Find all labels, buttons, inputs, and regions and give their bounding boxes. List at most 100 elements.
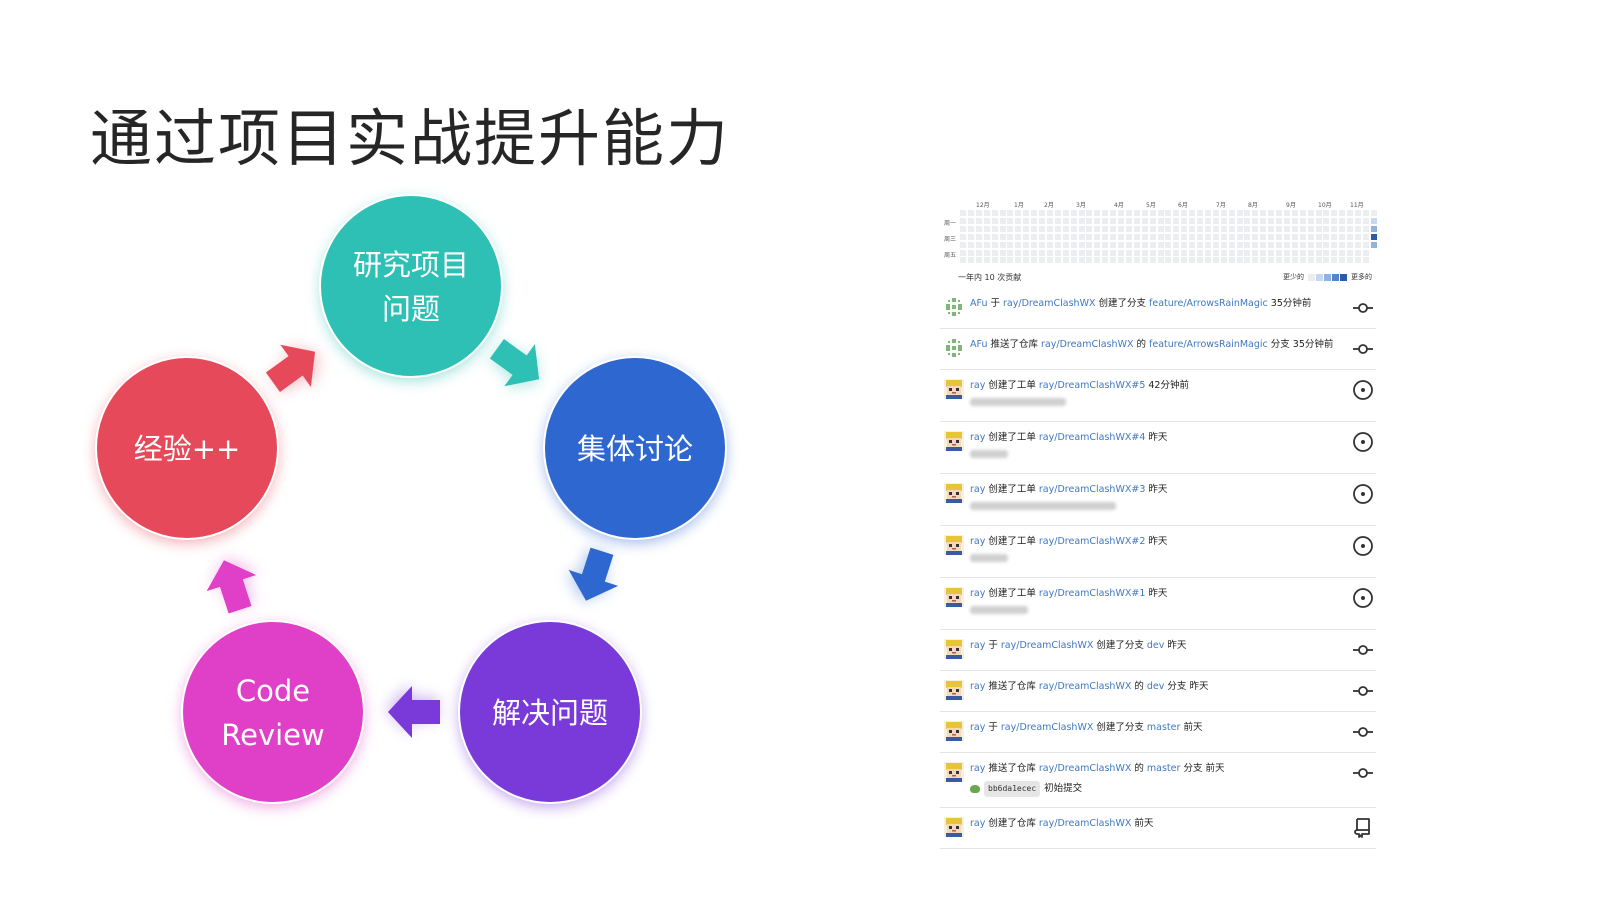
user-avatar[interactable] xyxy=(944,817,964,837)
heatmap-cell xyxy=(1141,241,1148,248)
heatmap-cell xyxy=(983,233,990,240)
feed-link[interactable]: ray/DreamClashWX xyxy=(1039,681,1131,692)
user-avatar[interactable] xyxy=(944,483,964,503)
feed-link[interactable]: ray xyxy=(970,536,985,547)
heatmap-cell xyxy=(1125,233,1132,240)
feed-link[interactable]: ray/DreamClashWX#2 xyxy=(1039,536,1145,547)
heatmap-cell xyxy=(1260,217,1267,224)
heatmap-cell xyxy=(1291,233,1298,240)
heatmap-cell xyxy=(1094,249,1101,256)
heatmap-cell xyxy=(1236,217,1243,224)
heatmap-cell xyxy=(1212,233,1219,240)
commit-sha[interactable]: bb6da1ecec xyxy=(984,781,1041,797)
user-avatar[interactable] xyxy=(944,639,964,659)
cycle-node-label: 解决问题 xyxy=(492,696,608,730)
heatmap-cell xyxy=(1283,233,1290,240)
feed-link[interactable]: ray xyxy=(970,763,985,774)
heatmap-month: 12月 xyxy=(976,202,990,209)
feed-link[interactable]: ray/DreamClashWX xyxy=(1001,722,1093,733)
user-avatar[interactable] xyxy=(944,535,964,555)
heatmap-cell xyxy=(1228,225,1235,232)
heatmap-cell xyxy=(1291,217,1298,224)
feed-link[interactable]: AFu xyxy=(970,298,987,309)
heatmap-cell xyxy=(1252,217,1259,224)
feed-text: 的 xyxy=(1131,681,1147,692)
feed-link[interactable]: ray xyxy=(970,588,985,599)
heatmap-cell xyxy=(1299,225,1306,232)
feed-link[interactable]: ray/DreamClashWX xyxy=(1003,298,1095,309)
user-avatar[interactable] xyxy=(944,587,964,607)
heatmap-cell xyxy=(1133,257,1140,264)
feed-link[interactable]: ray xyxy=(970,681,985,692)
heatmap-cell xyxy=(1268,225,1275,232)
heatmap-cell xyxy=(1331,210,1338,216)
heatmap-cell xyxy=(1276,241,1282,248)
heatmap-cell xyxy=(1157,249,1164,256)
feed-link[interactable]: ray/DreamClashWX#3 xyxy=(1039,484,1145,495)
user-avatar[interactable] xyxy=(944,680,964,700)
user-avatar[interactable] xyxy=(944,297,964,317)
heatmap-cell xyxy=(960,210,966,216)
heatmap-cell xyxy=(1236,257,1243,264)
feed-link[interactable]: master xyxy=(1147,763,1181,774)
feed-link[interactable]: ray/DreamClashWX xyxy=(1039,763,1131,774)
heatmap-cell xyxy=(975,241,982,248)
feed-link[interactable]: ray/DreamClashWX xyxy=(1001,640,1093,651)
heatmap-cell xyxy=(1181,217,1188,224)
heatmap-cell xyxy=(1276,210,1282,216)
feed-link[interactable]: dev xyxy=(1147,681,1165,692)
feed-link[interactable]: master xyxy=(1147,722,1181,733)
feed-link[interactable]: ray xyxy=(970,484,985,495)
heatmap-cell xyxy=(999,257,1006,264)
heatmap-cell xyxy=(1331,257,1338,264)
user-avatar[interactable] xyxy=(944,721,964,741)
feed-text: 昨天 xyxy=(1145,588,1168,599)
feed-link[interactable]: ray xyxy=(970,818,985,829)
heatmap-cell xyxy=(1276,257,1282,264)
heatmap-cell xyxy=(1007,217,1014,224)
feed-link[interactable]: ray xyxy=(970,640,985,651)
user-avatar[interactable] xyxy=(944,762,964,782)
feed-link[interactable]: dev xyxy=(1147,640,1165,651)
heatmap-cell xyxy=(1228,233,1235,240)
heatmap-cell xyxy=(1046,210,1053,216)
feed-link[interactable]: feature/ArrowsRainMagic xyxy=(1149,298,1268,309)
heatmap-cell xyxy=(1331,249,1338,256)
feed-item: AFu 于 ray/DreamClashWX 创建了分支 feature/Arr… xyxy=(940,288,1376,329)
heatmap-cell xyxy=(1070,241,1077,248)
user-avatar[interactable] xyxy=(944,338,964,358)
heatmap-cell xyxy=(1118,241,1124,248)
cycle-node-exp: 经验++ xyxy=(95,356,279,543)
heatmap-cell xyxy=(1276,217,1282,224)
heatmap-cell xyxy=(1173,241,1180,248)
feed-link[interactable]: ray/DreamClashWX#1 xyxy=(1039,588,1145,599)
heatmap-cell xyxy=(1189,217,1196,224)
user-avatar[interactable] xyxy=(944,431,964,451)
feed-link[interactable]: ray xyxy=(970,432,985,443)
feed-link[interactable]: ray xyxy=(970,722,985,733)
heatmap-cell xyxy=(1054,217,1061,224)
heatmap-cell xyxy=(1078,225,1085,232)
feed-link[interactable]: feature/ArrowsRainMagic xyxy=(1149,339,1268,350)
heatmap-cell xyxy=(1299,217,1306,224)
heatmap-cell xyxy=(1362,210,1369,216)
heatmap-cell xyxy=(1323,225,1330,232)
feed-link[interactable]: ray/DreamClashWX xyxy=(1039,818,1131,829)
feed-item: ray 于 ray/DreamClashWX 创建了分支 master 前天 xyxy=(940,712,1376,753)
heatmap-month: 5月 xyxy=(1146,202,1156,209)
heatmap-cell xyxy=(1299,249,1306,256)
user-avatar[interactable] xyxy=(944,379,964,399)
feed-link[interactable]: ray xyxy=(970,380,985,391)
heatmap-cell xyxy=(1252,257,1259,264)
heatmap-cell xyxy=(1189,210,1196,216)
feed-link[interactable]: ray/DreamClashWX#4 xyxy=(1039,432,1145,443)
feed-text: 分支 昨天 xyxy=(1164,681,1209,692)
feed-link[interactable]: AFu xyxy=(970,339,987,350)
heatmap-cell xyxy=(1173,210,1180,216)
feed-item-text: ray 推送了仓库 ray/DreamClashWX 的 dev 分支 昨天 xyxy=(970,680,1352,702)
feed-link[interactable]: ray/DreamClashWX xyxy=(1041,339,1133,350)
heatmap-cell xyxy=(1015,233,1022,240)
issue-opened-icon xyxy=(1352,587,1374,609)
feed-link[interactable]: ray/DreamClashWX#5 xyxy=(1039,380,1145,391)
heatmap-cell xyxy=(983,249,990,256)
